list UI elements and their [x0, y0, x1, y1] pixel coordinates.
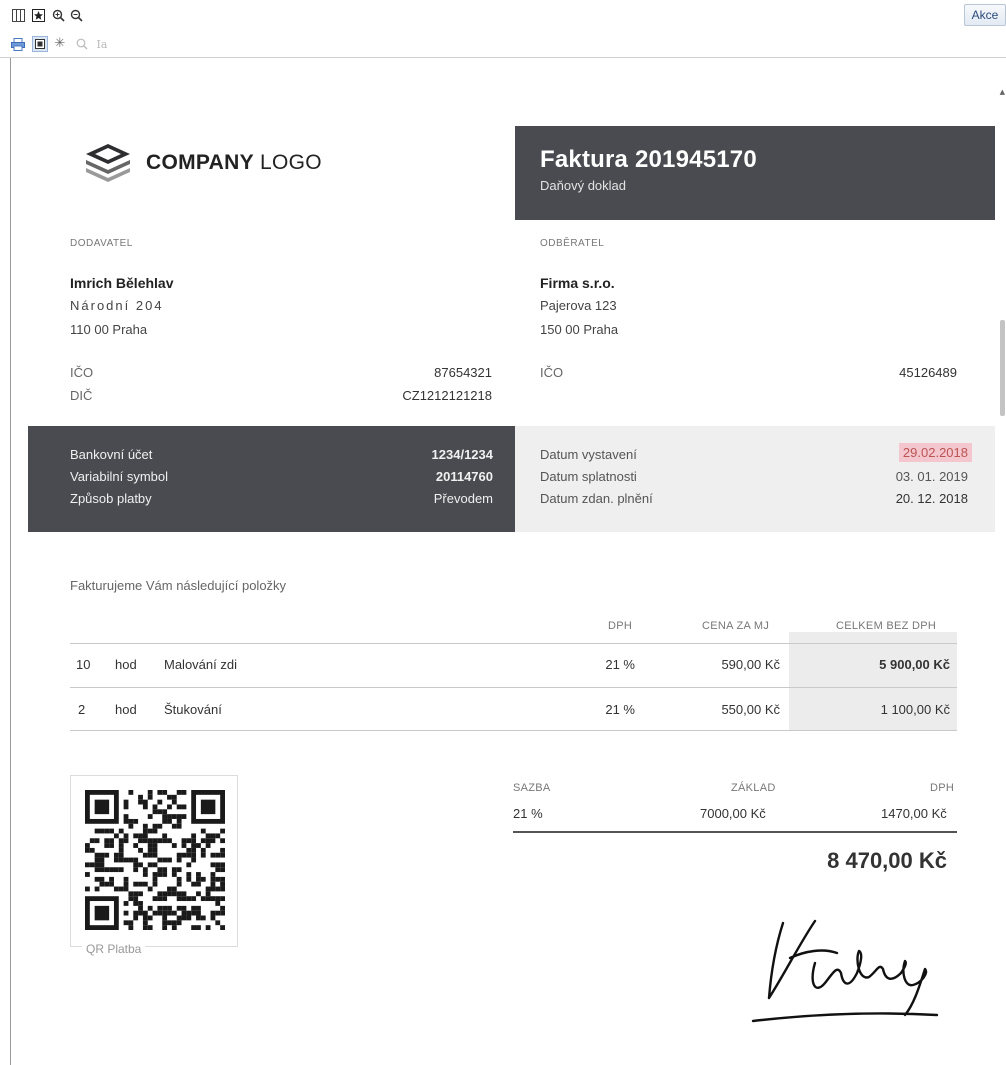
row-divider: [70, 730, 957, 731]
invoice-header: Faktura 201945170 Daňový doklad: [515, 126, 995, 220]
bank-account-label: Bankovní účet: [70, 447, 153, 462]
supplier-ico: 87654321: [434, 365, 492, 380]
item-qty: 2: [78, 702, 86, 717]
qr-payment-label: QR Platba: [82, 942, 146, 956]
payment-info-panel: Bankovní účet 1234/1234 Variabilní symbo…: [28, 426, 515, 532]
grand-total: 8 470,00 Kč: [827, 848, 947, 873]
taxable-date-label: Datum zdan. plnění: [540, 491, 653, 506]
customer-label: ODBĚRATEL: [540, 238, 605, 249]
item-qty: 10: [76, 657, 91, 672]
summary-vat: 1470,00 Kč: [881, 806, 947, 821]
item-unit: hod: [115, 702, 137, 717]
item-description: Štukování: [164, 702, 222, 717]
scrollbar-thumb[interactable]: [1000, 320, 1005, 416]
signature-image: [751, 919, 939, 1023]
qr-code: [85, 790, 225, 930]
zoom-out-icon[interactable]: [68, 7, 84, 23]
item-unit-price: 550,00 Kč: [721, 702, 780, 717]
bank-account: 1234/1234: [431, 447, 493, 462]
panel-toggle-icon[interactable]: [10, 7, 26, 23]
item-unit: hod: [115, 657, 137, 672]
logo-stack-icon: [86, 144, 130, 182]
items-intro: Fakturujeme Vám následující položky: [70, 578, 287, 593]
summary-vat-header: DPH: [930, 782, 955, 794]
customer-name: Firma s.r.o.: [540, 275, 615, 291]
customer-ico: 45126489: [899, 365, 957, 380]
bookmark-star-icon[interactable]: [30, 7, 46, 23]
brightness-icon[interactable]: ✳: [52, 35, 68, 51]
issue-date-label: Datum vystavení: [540, 447, 637, 462]
row-divider: [70, 687, 957, 688]
zoom-in-icon[interactable]: [50, 7, 66, 23]
qr-code-frame: [70, 775, 238, 947]
dates-panel: Datum vystavení 29.02.2018 Datum splatno…: [515, 426, 995, 532]
logo-text-light: LOGO: [253, 151, 322, 174]
col-total-header: CELKEM BEZ DPH: [836, 620, 937, 632]
print-icon[interactable]: [10, 36, 26, 52]
summary-base-header: ZÁKLAD: [731, 782, 776, 794]
customer-street: Pajerova 123: [540, 298, 617, 313]
supplier-name: Imrich Bělehlav: [70, 275, 174, 291]
payment-method: Převodem: [433, 491, 493, 506]
invoice-page: COMPANY LOGO Faktura 201945170 Daňový do…: [10, 58, 1000, 1065]
logo-text-bold: COMPANY: [146, 151, 254, 174]
scroll-up-icon[interactable]: ▲: [1000, 88, 1005, 96]
summary-divider: [513, 831, 957, 833]
text-format-icon[interactable]: Ia: [94, 36, 110, 52]
customer-city: 150 00 Praha: [540, 322, 619, 337]
variable-symbol-label: Variabilní symbol: [70, 469, 169, 484]
item-vat: 21 %: [605, 657, 635, 672]
summary-rate-header: SAZBA: [513, 782, 551, 794]
item-description: Malování zdi: [164, 657, 237, 672]
col-vat-header: DPH: [608, 620, 633, 632]
summary-base: 7000,00 Kč: [700, 806, 766, 821]
supplier-label: DODAVATEL: [70, 238, 133, 249]
issue-date: 29.02.2018: [898, 443, 972, 462]
secondary-toolbar: ✳ Ia: [0, 30, 1006, 58]
variable-symbol: 20114760: [435, 469, 493, 484]
invoice-title: Faktura 201945170: [540, 146, 757, 173]
taxable-date: 20. 12. 2018: [895, 491, 968, 506]
item-unit-price: 590,00 Kč: [721, 657, 780, 672]
actions-button[interactable]: Akce: [964, 4, 1006, 26]
item-vat: 21 %: [605, 702, 635, 717]
due-date-label: Datum splatnosti: [540, 469, 637, 484]
due-date: 03. 01. 2019: [895, 469, 968, 484]
supplier-dic-label: DIČ: [70, 388, 93, 403]
item-total: 5 900,00 Kč: [879, 657, 950, 672]
top-toolbar: Akce: [0, 0, 1006, 30]
summary-rate: 21 %: [513, 806, 543, 821]
customer-ico-label: IČO: [540, 365, 564, 380]
supplier-ico-label: IČO: [70, 365, 94, 380]
invoice-subtitle: Daňový doklad: [540, 178, 626, 193]
search-icon[interactable]: [74, 36, 90, 52]
supplier-dic: CZ1212121218: [402, 388, 492, 403]
page-view-icon[interactable]: [32, 36, 48, 52]
payment-method-label: Způsob platby: [70, 491, 152, 506]
company-logo: COMPANY LOGO: [82, 140, 322, 186]
col-unit-price-header: CENA ZA MJ: [702, 620, 770, 632]
table-header-divider: [70, 643, 957, 644]
supplier-city: 110 00 Praha: [70, 322, 148, 337]
item-total: 1 100,00 Kč: [880, 702, 950, 717]
supplier-street: Národní 204: [70, 298, 164, 313]
